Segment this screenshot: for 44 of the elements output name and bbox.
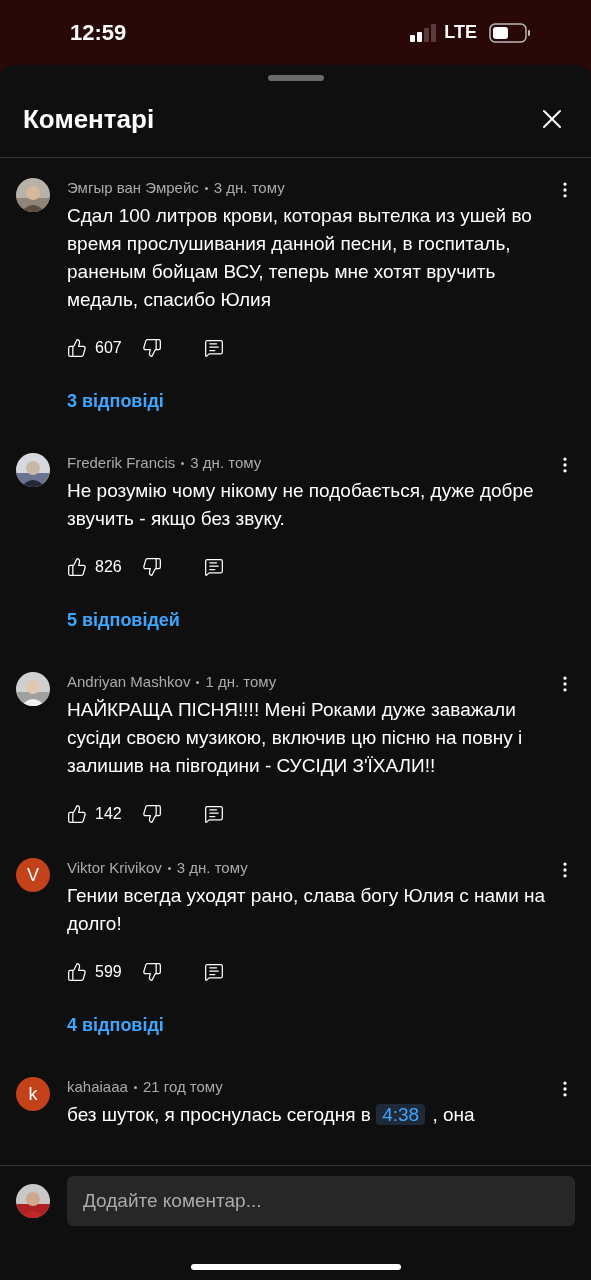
like-count: 607 — [95, 338, 122, 358]
comment-age: 1 дн. тому — [205, 672, 277, 692]
comment-author[interactable]: Эмгыр ван Эмрейс — [67, 177, 199, 200]
comment-author[interactable]: kahaiaaa — [67, 1076, 128, 1099]
reply-button[interactable] — [203, 338, 224, 358]
drag-handle[interactable] — [267, 75, 324, 81]
comment-text: Гении всегда уходят рано, слава богу Юлия с нами на долго! — [67, 884, 547, 936]
comment-text: Не розумію чому нікому не подобається, дуже добре звучить - якщо без звуку. — [67, 479, 535, 531]
comment-age: 21 год тому — [142, 1077, 223, 1097]
like-icon[interactable] — [67, 338, 87, 358]
reply-button[interactable] — [203, 962, 224, 982]
comment-age: 3 дн. тому — [190, 453, 262, 473]
replies-link[interactable]: 3 відповіді — [67, 388, 164, 415]
dislike-button[interactable] — [141, 962, 162, 982]
replies-link[interactable]: 5 відповідей — [67, 607, 180, 634]
dislike-button[interactable] — [141, 338, 162, 358]
battery-icon — [489, 22, 531, 43]
like-count: 599 — [95, 962, 122, 982]
comment-text: НАЙКРАЩА ПІСНЯ!!!! Мені Роками дуже заважали сусіди своєю музикою, включив цю пісню на повну і залишив на півгодини - СУСІДИ З'ЇХАЛИ!! — [67, 698, 524, 778]
like-icon[interactable] — [67, 962, 87, 982]
letter-avatar: V — [16, 858, 50, 892]
comment-input[interactable]: Додайте коментар... — [67, 1176, 575, 1226]
like-icon[interactable] — [67, 557, 87, 577]
comment-age: 3 дн. тому — [213, 178, 285, 198]
comment-author[interactable]: Frederik Francis — [67, 452, 176, 475]
letter-avatar: k — [16, 1077, 50, 1111]
sheet-title: Коментарі — [23, 102, 155, 136]
like-count: 142 — [95, 804, 122, 824]
comment-text: Сдал 100 литров крови, которая вытелка из ушей во время прослушивания данной песни, в госпиталь, раненым бойцам ВСУ, теперь мне хотят вручить медаль, спасибо Юлия — [67, 204, 533, 312]
like-icon[interactable] — [67, 804, 87, 824]
reply-button[interactable] — [203, 557, 224, 577]
like-count: 826 — [95, 557, 122, 577]
comment-text: без шуток, я проснулась сегодня в 4:38 , она — [67, 1103, 476, 1127]
comment-author[interactable]: Andriyan Mashkov — [67, 671, 191, 694]
reply-button[interactable] — [203, 804, 224, 824]
status-time: 12:59 — [70, 19, 127, 47]
dislike-button[interactable] — [141, 557, 162, 577]
timestamp-link[interactable]: 4:38 — [376, 1104, 426, 1125]
network-label: LTE — [444, 21, 477, 44]
replies-link[interactable]: 4 відповіді — [67, 1012, 164, 1039]
comment-author[interactable]: Viktor Krivikov — [67, 857, 162, 880]
signal-icon — [410, 23, 439, 42]
comment-age: 3 дн. тому — [176, 858, 248, 878]
dislike-button[interactable] — [141, 804, 162, 824]
